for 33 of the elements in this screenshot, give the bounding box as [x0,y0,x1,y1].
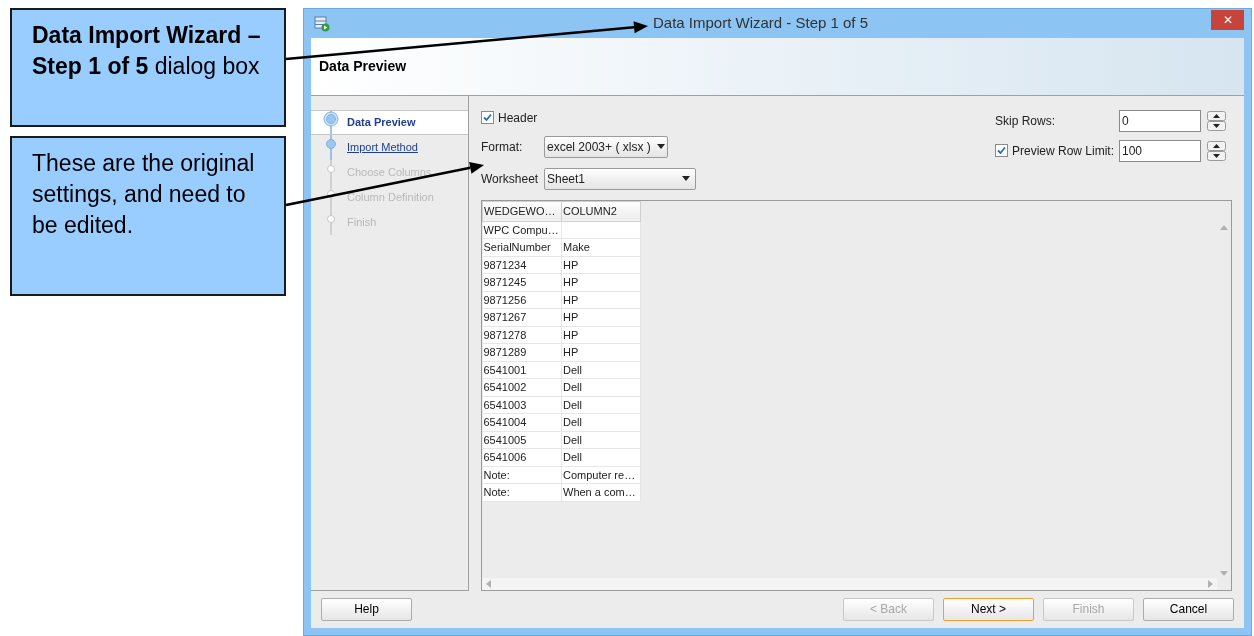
checkbox[interactable] [481,111,494,125]
column-header[interactable]: COLUMN2 [561,201,641,222]
callout-text: Data Import Wizard – Step 1 of 5 dialog box [32,22,261,79]
app-icon [314,15,330,32]
checkbox[interactable] [995,144,1008,158]
number-field[interactable]: 0 [1119,109,1201,132]
caret-icon [682,176,690,182]
spin-arrows-icon[interactable] [1207,110,1226,131]
format-dropdown[interactable]: excel 2003+ ( xlsx ) [544,135,668,158]
number-field[interactable]: 100 [1119,139,1201,162]
scroll-up-icon[interactable] [1220,224,1228,230]
dialog-button[interactable]: Help [321,597,412,621]
format-label: Format: [481,138,524,156]
skip-rows-label: Skip Rows: [995,112,1057,130]
dialog-button[interactable]: Next > [943,597,1034,621]
worksheet-dropdown[interactable]: Sheet1 [544,167,696,190]
window-title: Data Import Wizard - Step 1 of 5 [651,13,870,34]
close-button[interactable]: ✕ [1211,9,1244,30]
scroll-down-icon[interactable] [1220,570,1228,576]
wizard-step[interactable]: Import Method [347,139,418,156]
worksheet-label: Worksheet [481,170,540,188]
spin-arrows-icon[interactable] [1207,140,1226,161]
horizontal-scrollbar[interactable] [482,577,1217,590]
step-node-icon [321,110,341,134]
callout-text: These are the original settings, and need to be edited. [32,150,255,238]
dialog-button[interactable]: Cancel [1143,597,1234,621]
scroll-left-icon[interactable] [486,579,491,588]
scroll-right-icon[interactable] [1208,579,1213,588]
header-title: Data Preview [319,57,407,77]
header-label: Header [498,109,538,127]
caret-icon [656,144,665,150]
column-header[interactable]: WEDGEWO… [482,201,562,222]
preview-row-limit-label: Preview Row Limit: [1012,142,1115,160]
